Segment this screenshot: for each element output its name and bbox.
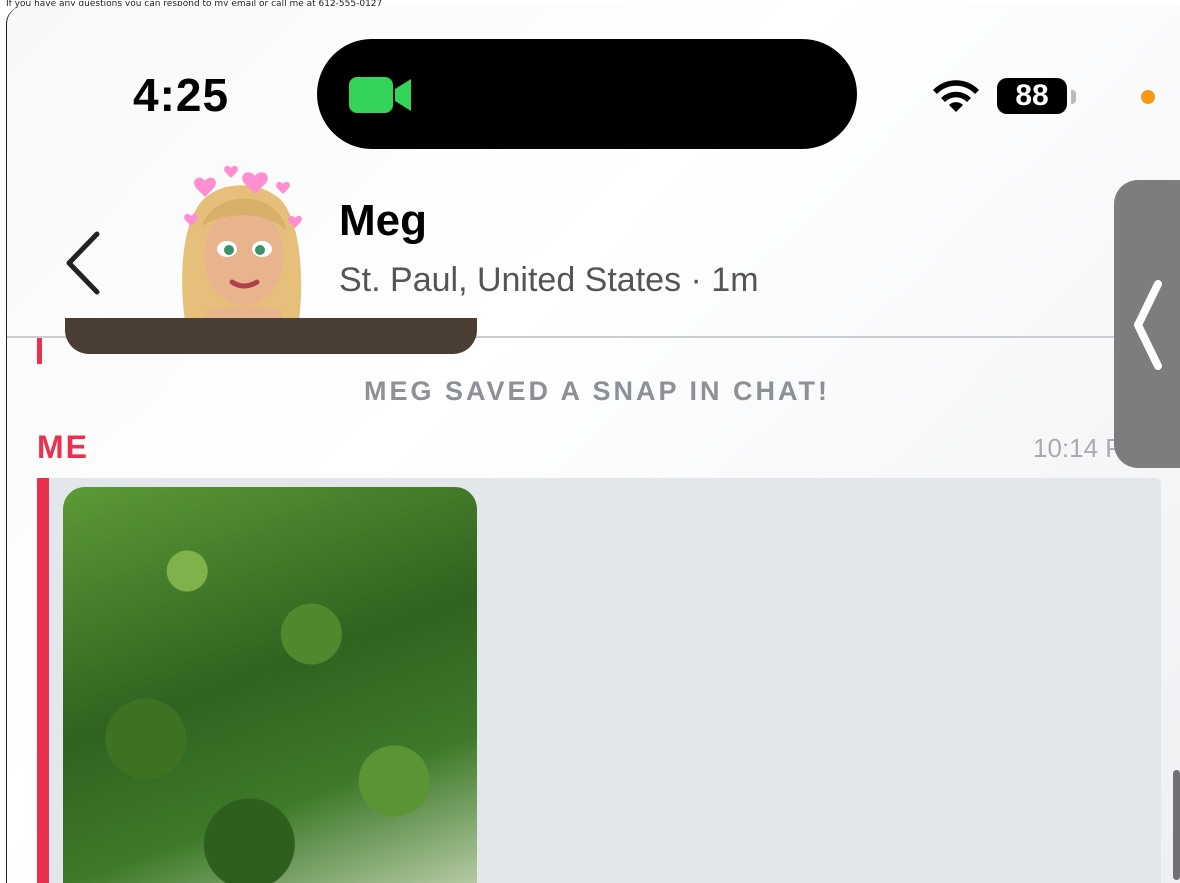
side-panel-handle[interactable] [1114,180,1180,468]
previous-message-bar [37,338,42,364]
message-accent-bar [37,478,49,883]
chat-header: Meg St. Paul, United States · 1m [7,156,1180,341]
phone-screen: 4:25 88 Meg St. Paul, United States · 1m… [6,6,1180,883]
dynamic-island[interactable] [317,39,857,149]
status-bar: 4:25 88 [7,6,1180,156]
scrollbar[interactable] [1173,770,1180,880]
snap-image[interactable] [63,487,477,883]
contact-location: St. Paul, United States · 1m [339,261,759,299]
facetime-camera-icon [349,77,411,113]
saved-snap-notice: MEG SAVED A SNAP IN CHAT! [363,376,831,406]
previous-snap-thumbnail[interactable] [65,318,477,354]
chevron-left-icon [66,231,100,295]
status-time: 4:25 [133,69,230,121]
back-button[interactable] [59,228,109,298]
avatar[interactable] [167,156,317,341]
recording-indicator [1141,90,1155,104]
chevron-left-icon [1134,280,1162,370]
message-timestamp: 10:14 P [1033,433,1123,463]
battery-icon: 88 [997,78,1067,114]
wifi-icon [933,80,979,112]
contact-name[interactable]: Meg [339,196,427,246]
message-sender: ME [37,429,89,465]
battery-nub [1071,90,1076,104]
